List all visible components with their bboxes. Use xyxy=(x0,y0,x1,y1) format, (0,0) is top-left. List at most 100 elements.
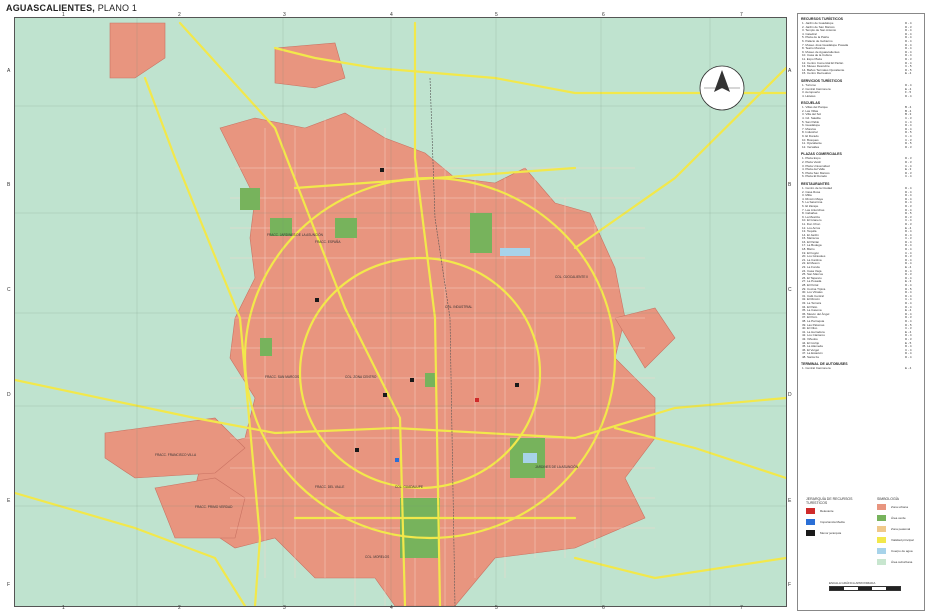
index-item-quadrant: D - 3 xyxy=(905,144,912,149)
legend-label: Importancia Media xyxy=(820,520,845,524)
poi-marker xyxy=(395,458,399,462)
index-item[interactable]: 15. Centro Recreativo E - 4 xyxy=(802,72,924,76)
grid-column-label: 3 xyxy=(283,605,286,611)
grid-row-label: F xyxy=(7,582,11,588)
legend-label: Área verde xyxy=(891,516,906,520)
grid-row-label: D xyxy=(7,392,11,398)
index-item-name: 15. Centro Recreativo xyxy=(802,71,832,76)
index-item-quadrant: D - 4 xyxy=(905,354,912,359)
index-item[interactable]: 1. Central Camionera E - 4 xyxy=(802,367,924,371)
legend-item: Importancia Media xyxy=(806,519,866,525)
legend-label: Menor jerarquía xyxy=(820,531,842,535)
map-area-label: JARDINES DE LA ASUNCIÓN xyxy=(535,464,579,469)
poi-marker xyxy=(515,383,519,387)
index-item-name: 4. Hoteles xyxy=(802,93,816,98)
legend-swatch xyxy=(877,515,886,521)
legend-swatch xyxy=(877,537,886,543)
grid-column-label: 4 xyxy=(390,605,393,611)
grid-column-label: 7 xyxy=(740,605,743,611)
legend-item: Cuerpo de agua xyxy=(877,548,922,554)
grid-column-label: 4 xyxy=(390,12,393,18)
map-area-label: FRACC. JARDINES DE LA ASUNCIÓN xyxy=(267,232,324,237)
legend-symbols-title: SIMBOLOGÍA xyxy=(877,497,899,501)
grid-row-label: C xyxy=(7,287,11,293)
legend-hierarchy-title: JERARQUÍA DE RECURSOS TURÍSTICOS xyxy=(806,497,853,505)
map-area-label: FRACC. PRIMO VERDAD xyxy=(195,505,233,509)
legend-swatch xyxy=(877,548,886,554)
grid-row-label: A xyxy=(7,68,11,74)
index-item[interactable]: 6. Plaza El Dorado C - 4 xyxy=(802,175,924,179)
map-title: AGUASCALIENTES, PLANO 1 xyxy=(6,3,137,13)
index-item-quadrant: C - 4 xyxy=(905,174,912,179)
map-area-label: COL. MORELOS xyxy=(365,555,389,559)
index-item-quadrant: E - 4 xyxy=(905,366,912,371)
grid-column-label: 2 xyxy=(178,605,181,611)
legend-swatch xyxy=(806,508,815,514)
map-area-label: FRACC. FRANCISCO VILLA xyxy=(155,453,197,457)
legend-swatch xyxy=(877,526,886,532)
grid-column-label: 5 xyxy=(495,12,498,18)
grid-column-label: 6 xyxy=(602,12,605,18)
map-area-label: COL. GUADALUPE xyxy=(395,485,423,489)
index-item-name: 12. Versalles xyxy=(802,144,820,149)
city-map[interactable]: FRACC. FRANCISCO VILLA FRACC. JARDINES DE… xyxy=(15,18,786,606)
legend-swatch xyxy=(806,519,815,525)
legend-label: Zona urbana xyxy=(891,505,909,509)
map-title-sub: PLANO 1 xyxy=(97,3,138,13)
poi-marker xyxy=(380,168,384,172)
grid-row-label: E xyxy=(788,498,792,504)
legend-hierarchy: JERARQUÍA DE RECURSOS TURÍSTICOS Relevan… xyxy=(806,497,866,541)
grid-row-label: F xyxy=(788,582,792,588)
poi-marker xyxy=(410,378,414,382)
legend-label: Relevante xyxy=(820,509,834,513)
grid-column-label: 2 xyxy=(178,12,181,18)
legend-label: Vialidad principal xyxy=(891,538,914,542)
legend-item: Menor jerarquía xyxy=(806,530,866,536)
grid-row-label: E xyxy=(7,498,11,504)
legend-item: Zona peatonal xyxy=(877,526,922,532)
index-item-name: 1. Central Camionera xyxy=(802,366,831,371)
index-item-quadrant: D - 4 xyxy=(905,93,912,98)
legend-item: Vialidad principal xyxy=(877,537,922,543)
index-item-quadrant: E - 4 xyxy=(905,71,912,76)
index-item[interactable]: 12. Versalles D - 3 xyxy=(802,144,924,150)
index-item[interactable]: 4. Hoteles D - 4 xyxy=(802,93,924,99)
index-item-name: 6. Plaza El Dorado xyxy=(802,174,828,179)
grid-row-label: D xyxy=(788,392,792,398)
grid-row-label: C xyxy=(788,287,792,293)
poi-marker xyxy=(355,448,359,452)
poi-marker xyxy=(315,298,319,302)
map-title-main: AGUASCALIENTES, xyxy=(6,3,96,13)
map-area-label: FRACC. DEL VALLE xyxy=(315,485,344,489)
legend-label: Zona peatonal xyxy=(891,527,911,531)
legend-label: Cuerpo de agua xyxy=(891,549,913,553)
map-area-label: COL. ZONA CENTRO xyxy=(345,375,377,379)
legend-swatch xyxy=(806,530,815,536)
index-item-name: 48. Santa Fe xyxy=(802,354,820,359)
map-area-label: COL. OJOCALIENTE II xyxy=(555,275,588,279)
legend-swatch xyxy=(877,559,886,565)
legend-item: Área verde xyxy=(877,515,922,521)
legend-symbols: SIMBOLOGÍA Zona urbana Área verde Zona pea… xyxy=(877,497,922,570)
grid-column-label: 1 xyxy=(62,12,65,18)
grid-row-label: A xyxy=(788,68,792,74)
legend-item: Área suburbana xyxy=(877,559,922,565)
grid-row-label: B xyxy=(7,182,11,188)
poi-marker xyxy=(383,393,387,397)
scale-bar xyxy=(829,586,901,591)
poi-marker xyxy=(475,398,479,402)
map-frame[interactable]: FRACC. FRANCISCO VILLA FRACC. JARDINES DE… xyxy=(14,17,787,607)
legend-item: Relevante xyxy=(806,508,866,514)
grid-column-label: 5 xyxy=(495,605,498,611)
grid-column-label: 7 xyxy=(740,12,743,18)
map-area-label: FRACC. ESPAÑA xyxy=(315,239,341,244)
legend-item: Zona urbana xyxy=(877,504,922,510)
legend-swatch xyxy=(877,504,886,510)
index-item[interactable]: 48. Santa Fe D - 4 xyxy=(802,354,924,360)
grid-row-label: B xyxy=(788,182,792,188)
map-area-label: FRACC. SAN MARCOS xyxy=(265,375,299,379)
map-area-label: COL. INDUSTRIAL xyxy=(445,305,473,309)
grid-column-label: 1 xyxy=(62,605,65,611)
grid-column-label: 6 xyxy=(602,605,605,611)
grid-column-label: 3 xyxy=(283,12,286,18)
